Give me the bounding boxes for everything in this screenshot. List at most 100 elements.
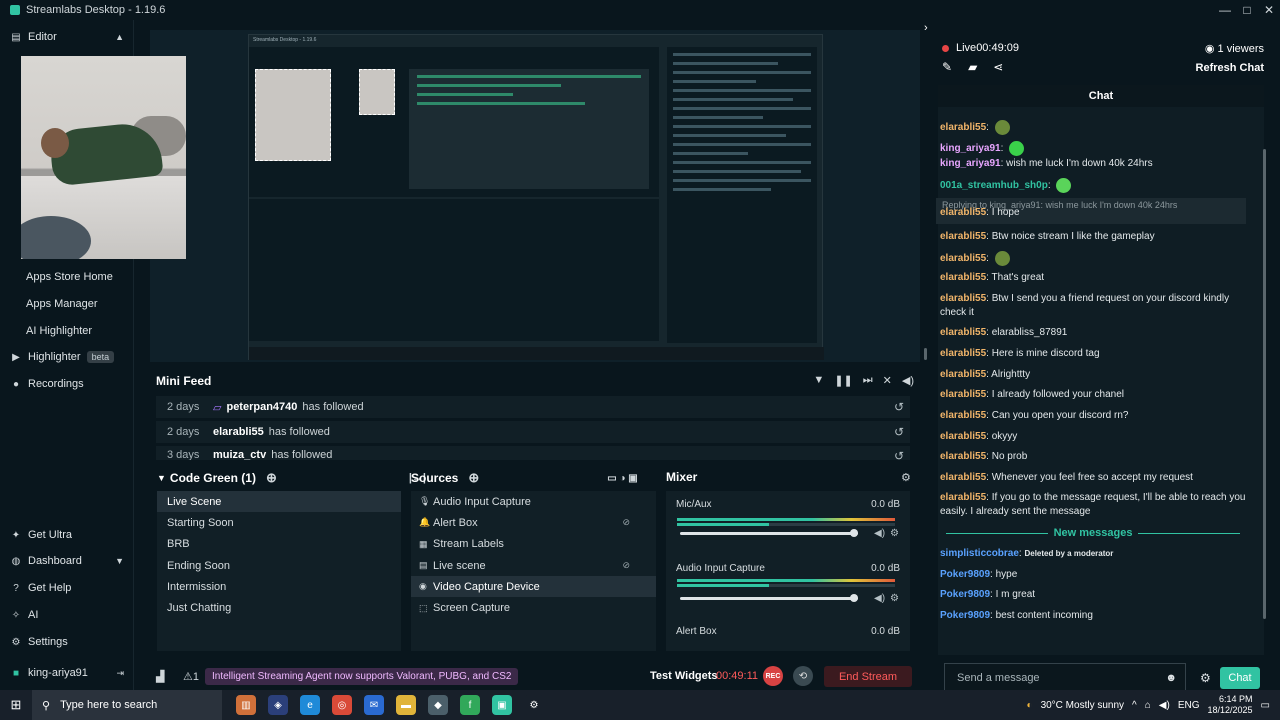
- filter-icon[interactable]: ▼: [813, 374, 824, 387]
- scene-item[interactable]: Just Chatting: [157, 597, 401, 618]
- app-icon[interactable]: f: [460, 695, 480, 715]
- skip-icon[interactable]: ⏭: [863, 374, 873, 387]
- taskbar-search[interactable]: ⚲ Type here to search: [32, 690, 222, 720]
- mixer-settings-icon[interactable]: ⚙: [901, 471, 911, 484]
- preview-resize-handle[interactable]: [924, 348, 927, 360]
- chat-username[interactable]: elarabli55: [940, 293, 986, 304]
- stats-icon[interactable]: ▟: [156, 670, 164, 683]
- volume-icon[interactable]: ◀): [902, 374, 914, 387]
- scene-item[interactable]: BRB: [157, 534, 401, 555]
- chat-username[interactable]: elarabli55: [940, 348, 986, 359]
- scene-item[interactable]: Ending Soon: [157, 555, 401, 576]
- chevron-down-icon[interactable]: ▼: [157, 473, 166, 483]
- chat-username[interactable]: 001a_streamhub_sh0p: [940, 180, 1048, 191]
- sidebar-item-ai-highlighter[interactable]: AI Highlighter: [0, 320, 134, 342]
- logout-icon[interactable]: ⇥: [116, 668, 124, 679]
- share-icon[interactable]: ⋖: [993, 60, 1003, 74]
- sidebar-item-settings[interactable]: ⚙ Settings: [0, 631, 134, 653]
- close-button[interactable]: ✕: [1258, 0, 1280, 20]
- emoji-icon[interactable]: ☻: [1165, 672, 1177, 684]
- stream-preview[interactable]: Streamlabs Desktop - 1.19.6: [150, 30, 927, 362]
- source-item[interactable]: 🎙 Audio Input Capture: [411, 491, 656, 512]
- chat-scrollbar[interactable]: [1263, 149, 1266, 619]
- task-view-icon[interactable]: ▥: [236, 695, 256, 715]
- chat-username[interactable]: king_ariya91: [940, 143, 1001, 154]
- notification-banner[interactable]: Intelligent Streaming Agent now supports…: [205, 668, 519, 685]
- speaker-icon[interactable]: ◀): [1159, 700, 1170, 711]
- chat-username[interactable]: elarabli55: [940, 472, 986, 483]
- speaker-icon[interactable]: ◀): [874, 528, 885, 539]
- sidebar-item-editor[interactable]: ▤ Editor ▲: [0, 26, 134, 48]
- edit-stream-info-icon[interactable]: ✎: [942, 60, 952, 74]
- network-icon[interactable]: ⌂: [1145, 700, 1151, 711]
- source-item[interactable]: ▤ Live scene ⊘: [411, 555, 656, 576]
- edge-icon[interactable]: e: [300, 695, 320, 715]
- chat-settings-icon[interactable]: ⚙: [1200, 671, 1211, 685]
- sidebar-item-get-ultra[interactable]: ✦ Get Ultra: [0, 524, 134, 546]
- chat-username[interactable]: king_ariya91: [940, 158, 1001, 169]
- source-item[interactable]: ◉ Video Capture Device: [411, 576, 656, 598]
- sidebar-item-highlighter[interactable]: ▶ Highlighter beta: [0, 346, 134, 368]
- hidden-eye-icon[interactable]: ⊘: [622, 560, 630, 571]
- chat-username[interactable]: Poker9809: [940, 610, 990, 621]
- mail-icon[interactable]: ✉: [364, 695, 384, 715]
- sidebar-item-recordings[interactable]: ● Recordings: [0, 373, 134, 395]
- add-source-icon[interactable]: ⊕: [468, 470, 479, 486]
- chat-username[interactable]: elarabli55: [940, 122, 986, 133]
- repeat-alert-icon[interactable]: ↺: [894, 449, 904, 460]
- chat-username[interactable]: Poker9809: [940, 589, 990, 600]
- add-scene-icon[interactable]: ⊕: [266, 470, 277, 486]
- chevron-down-icon[interactable]: ▼: [115, 556, 124, 566]
- repeat-alert-icon[interactable]: ↺: [894, 425, 904, 439]
- sidebar-user[interactable]: ■ king-ariya91 ⇥: [0, 662, 134, 684]
- volume-slider[interactable]: [680, 597, 858, 600]
- app-icon[interactable]: ◆: [428, 695, 448, 715]
- volume-slider-handle[interactable]: [850, 594, 858, 602]
- chat-username[interactable]: simplisticcobrae: [940, 548, 1019, 559]
- tray-chevron-icon[interactable]: ^: [1132, 700, 1137, 711]
- mute-alerts-icon[interactable]: ✕: [883, 374, 892, 387]
- chat-username[interactable]: Poker9809: [940, 569, 990, 580]
- chat-username[interactable]: elarabli55: [940, 492, 986, 503]
- chat-send-button[interactable]: Chat: [1220, 667, 1260, 689]
- file-explorer-icon[interactable]: ▬: [396, 695, 416, 715]
- chat-username[interactable]: elarabli55: [940, 231, 986, 242]
- chat-username[interactable]: elarabli55: [940, 410, 986, 421]
- notification-icon[interactable]: ▭: [1261, 700, 1270, 711]
- sidebar-item-apps-store[interactable]: Apps Store Home: [0, 266, 134, 288]
- source-item[interactable]: 🔔 Alert Box ⊘: [411, 512, 656, 533]
- source-tools-icon[interactable]: ▭ ◑ ▣: [607, 473, 638, 484]
- sidebar-item-dashboard[interactable]: ◍ Dashboard ▼: [0, 550, 134, 572]
- sidebar-item-apps-manager[interactable]: Apps Manager: [0, 293, 134, 315]
- scene-item[interactable]: Starting Soon: [157, 512, 401, 533]
- chat-input[interactable]: Send a message ☻: [944, 663, 1186, 693]
- scene-item[interactable]: Live Scene: [157, 491, 401, 513]
- source-item[interactable]: ▦ Stream Labels: [411, 534, 656, 555]
- chat-username[interactable]: elarabli55: [940, 389, 986, 400]
- chat-username[interactable]: elarabli55: [940, 272, 986, 283]
- weather-label[interactable]: 30°C Mostly sunny: [1041, 700, 1124, 711]
- copilot-icon[interactable]: ◈: [268, 695, 288, 715]
- hidden-eye-icon[interactable]: ⊘: [622, 517, 630, 528]
- folder-icon[interactable]: ▰: [968, 60, 977, 74]
- test-widgets-button[interactable]: Test Widgets: [650, 670, 718, 682]
- windows-start-icon[interactable]: ⊞: [0, 690, 32, 720]
- scene-item[interactable]: Intermission: [157, 576, 401, 597]
- replay-buffer-icon[interactable]: ⟲: [793, 666, 813, 686]
- gear-icon[interactable]: ⚙: [890, 593, 899, 604]
- chat-username[interactable]: elarabli55: [940, 327, 986, 338]
- scene-collection-title[interactable]: Code Green (1): [170, 471, 256, 485]
- minimize-button[interactable]: —: [1214, 0, 1236, 20]
- chat-username[interactable]: elarabli55: [940, 451, 986, 462]
- record-button[interactable]: REC: [763, 666, 783, 686]
- chat-username[interactable]: elarabli55: [940, 253, 986, 264]
- sidebar-item-get-help[interactable]: ? Get Help: [0, 577, 134, 599]
- collapse-chat-icon[interactable]: ›: [924, 22, 928, 34]
- settings-taskbar-icon[interactable]: ⚙: [524, 695, 544, 715]
- repeat-alert-icon[interactable]: ↺: [894, 400, 904, 414]
- chat-username[interactable]: elarabli55: [940, 431, 986, 442]
- volume-slider-handle[interactable]: [850, 529, 858, 537]
- gear-icon[interactable]: ⚙: [890, 528, 899, 539]
- source-item[interactable]: ⬚ Screen Capture: [411, 597, 656, 618]
- end-stream-button[interactable]: End Stream: [824, 666, 912, 687]
